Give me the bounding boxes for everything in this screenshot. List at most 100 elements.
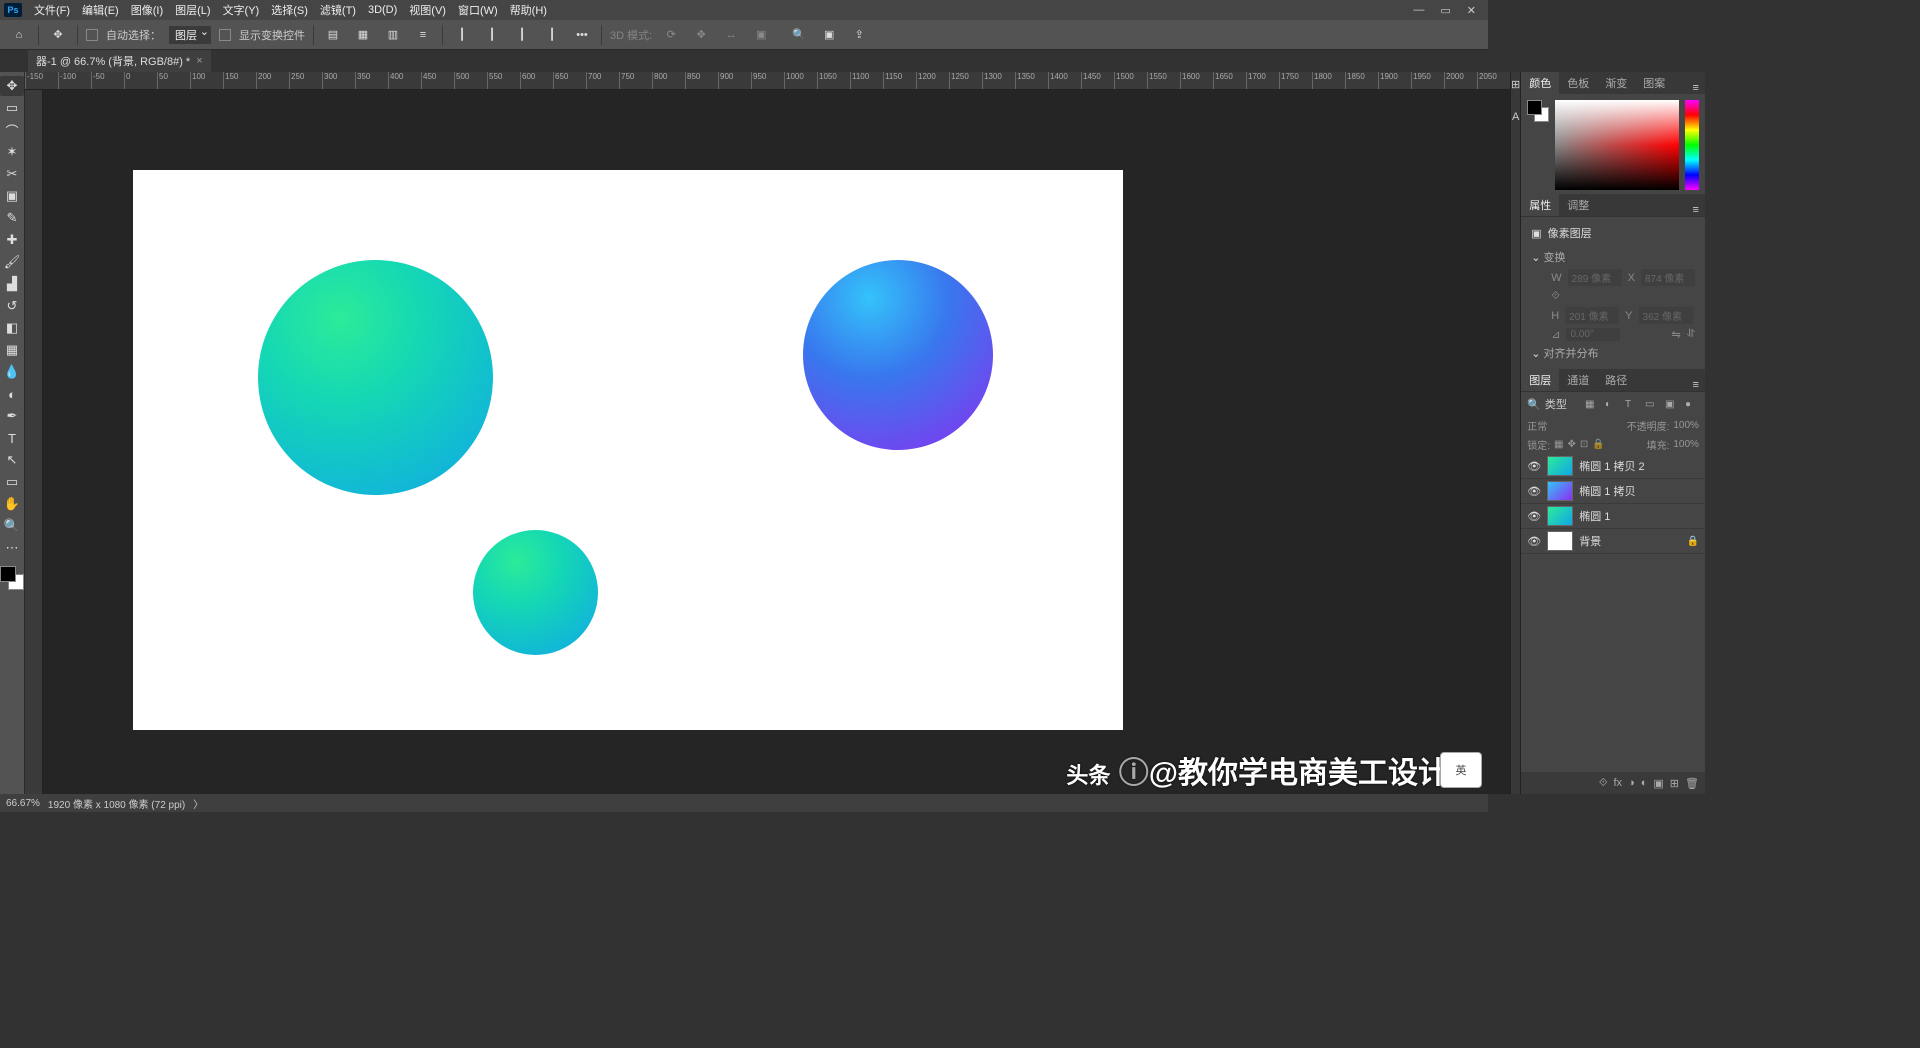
- canvas[interactable]: [43, 90, 1510, 794]
- layer-row[interactable]: 👁 椭圆 1 拷贝 2: [1521, 454, 1705, 479]
- heal-tool[interactable]: ✚: [0, 230, 24, 250]
- layer-thumbnail[interactable]: [1547, 481, 1573, 501]
- close-tab-icon[interactable]: ×: [196, 55, 202, 67]
- gradients-tab[interactable]: 渐变: [1597, 72, 1635, 94]
- lock-pixels-icon[interactable]: ▦: [1554, 439, 1563, 450]
- layer-thumbnail[interactable]: [1547, 531, 1573, 551]
- foreground-swatch[interactable]: [0, 566, 16, 582]
- zoom-level[interactable]: 66.67%: [6, 798, 40, 809]
- menu-image[interactable]: 图像(I): [125, 0, 169, 20]
- color-swatch[interactable]: [0, 566, 24, 590]
- status-arrow-icon[interactable]: 〉: [193, 796, 203, 811]
- fill-field[interactable]: 100%: [1673, 439, 1699, 450]
- ellipse-1[interactable]: [258, 260, 493, 495]
- move-tool-icon[interactable]: ✥: [47, 24, 69, 46]
- show-transform-checkbox[interactable]: [219, 29, 231, 41]
- width-field[interactable]: 289 像素: [1568, 269, 1622, 286]
- properties-tab[interactable]: 属性: [1521, 194, 1559, 216]
- hue-strip[interactable]: [1685, 100, 1699, 190]
- lock-artboard-icon[interactable]: ⊡: [1580, 439, 1588, 450]
- crop-tool[interactable]: ✂: [0, 164, 24, 184]
- layer-style-icon[interactable]: fx: [1613, 777, 1622, 789]
- menu-filter[interactable]: 滤镜(T): [314, 0, 362, 20]
- filter-kind-dropdown[interactable]: 类型: [1545, 396, 1567, 412]
- color-swatch-mini[interactable]: [1527, 100, 1549, 122]
- prop-panel-menu[interactable]: ≡: [1687, 204, 1705, 216]
- layers-tab[interactable]: 图层: [1521, 369, 1559, 391]
- x-field[interactable]: 874 像素: [1641, 269, 1695, 286]
- group-icon[interactable]: ▣: [1653, 777, 1663, 790]
- color-panel-menu[interactable]: ≡: [1687, 82, 1705, 94]
- frame-tool[interactable]: ▣: [0, 186, 24, 206]
- menu-help[interactable]: 帮助(H): [504, 0, 553, 20]
- layer-thumbnail[interactable]: [1547, 506, 1573, 526]
- window-close-icon[interactable]: ✕: [1459, 2, 1484, 19]
- menu-window[interactable]: 窗口(W): [452, 0, 504, 20]
- layer-name[interactable]: 椭圆 1 拷贝 2: [1579, 458, 1699, 474]
- color-tab[interactable]: 颜色: [1521, 72, 1559, 94]
- height-field[interactable]: 201 像素: [1565, 307, 1619, 324]
- distribute-v3-icon[interactable]: ┃: [511, 24, 533, 46]
- lock-position-icon[interactable]: ✥: [1567, 439, 1575, 450]
- window-restore-icon[interactable]: ▭: [1432, 2, 1458, 19]
- stamp-tool[interactable]: ▟: [0, 274, 24, 294]
- blend-mode-dropdown[interactable]: 正常: [1527, 418, 1597, 433]
- paths-tab[interactable]: 路径: [1597, 369, 1635, 391]
- dodge-tool[interactable]: ◐: [0, 384, 24, 404]
- opacity-field[interactable]: 100%: [1673, 420, 1699, 431]
- eraser-tool[interactable]: ◧: [0, 318, 24, 338]
- swatches-tab[interactable]: 色板: [1559, 72, 1597, 94]
- align-left-icon[interactable]: ▤: [322, 24, 344, 46]
- layer-row[interactable]: 👁 椭圆 1 拷贝: [1521, 479, 1705, 504]
- menu-layer[interactable]: 图层(L): [169, 0, 216, 20]
- window-minimize-icon[interactable]: —: [1405, 2, 1432, 18]
- adjustments-tab[interactable]: 调整: [1559, 194, 1597, 216]
- magic-wand-tool[interactable]: ✶: [0, 142, 24, 162]
- filter-pixel-icon[interactable]: ▦: [1585, 399, 1599, 410]
- link-layers-icon[interactable]: ⟐: [1599, 777, 1608, 790]
- auto-select-checkbox[interactable]: [86, 29, 98, 41]
- distribute-v1-icon[interactable]: ┃: [451, 24, 473, 46]
- eyedropper-tool[interactable]: ✎: [0, 208, 24, 228]
- visibility-icon[interactable]: 👁: [1527, 485, 1541, 498]
- more-align-icon[interactable]: ≡: [412, 24, 434, 46]
- distribute-h-icon[interactable]: ┃: [541, 24, 563, 46]
- lock-all-icon[interactable]: 🔒: [1592, 439, 1604, 450]
- filter-toggle-icon[interactable]: ●: [1685, 399, 1699, 410]
- menu-view[interactable]: 视图(V): [403, 0, 452, 20]
- transform-section[interactable]: 变换: [1531, 247, 1695, 267]
- home-icon[interactable]: ⌂: [8, 24, 30, 46]
- document-tab[interactable]: 器-1 @ 66.7% (背景, RGB/8#) * ×: [28, 50, 211, 72]
- para-panel-icon[interactable]: A: [1512, 111, 1519, 123]
- lasso-tool[interactable]: ⌒: [0, 120, 24, 140]
- visibility-icon[interactable]: 👁: [1527, 460, 1541, 473]
- visibility-icon[interactable]: 👁: [1527, 535, 1541, 548]
- layer-thumbnail[interactable]: [1547, 456, 1573, 476]
- blur-tool[interactable]: 💧: [0, 362, 24, 382]
- align-center-icon[interactable]: ▦: [352, 24, 374, 46]
- marquee-tool[interactable]: ▭: [0, 98, 24, 118]
- channels-tab[interactable]: 通道: [1559, 369, 1597, 391]
- type-tool[interactable]: T: [0, 428, 24, 448]
- history-brush-tool[interactable]: ↺: [0, 296, 24, 316]
- menu-type[interactable]: 文字(Y): [217, 0, 266, 20]
- pen-tool[interactable]: ✒: [0, 406, 24, 426]
- layer-row[interactable]: 👁背景🔒: [1521, 529, 1705, 554]
- layer-name[interactable]: 椭圆 1: [1579, 508, 1699, 524]
- color-spectrum[interactable]: [1555, 100, 1679, 190]
- link-wh-icon[interactable]: ⟐: [1551, 290, 1560, 303]
- filter-type-icon[interactable]: T: [1625, 399, 1639, 410]
- adjustment-layer-icon[interactable]: ◐: [1641, 777, 1648, 789]
- shape-tool[interactable]: ▭: [0, 472, 24, 492]
- menu-select[interactable]: 选择(S): [265, 0, 314, 20]
- edit-toolbar-icon[interactable]: ⋯: [0, 538, 24, 558]
- workspace-icon[interactable]: ▣: [818, 24, 840, 46]
- layer-name[interactable]: 椭圆 1 拷贝: [1579, 483, 1699, 499]
- layer-row[interactable]: 👁椭圆 1: [1521, 504, 1705, 529]
- move-tool[interactable]: ✥: [0, 76, 24, 96]
- layer-name[interactable]: 背景: [1579, 533, 1680, 549]
- hand-tool[interactable]: ✋: [0, 494, 24, 514]
- path-select-tool[interactable]: ↖: [0, 450, 24, 470]
- distribute-v2-icon[interactable]: ┃: [481, 24, 503, 46]
- gradient-tool[interactable]: ▦: [0, 340, 24, 360]
